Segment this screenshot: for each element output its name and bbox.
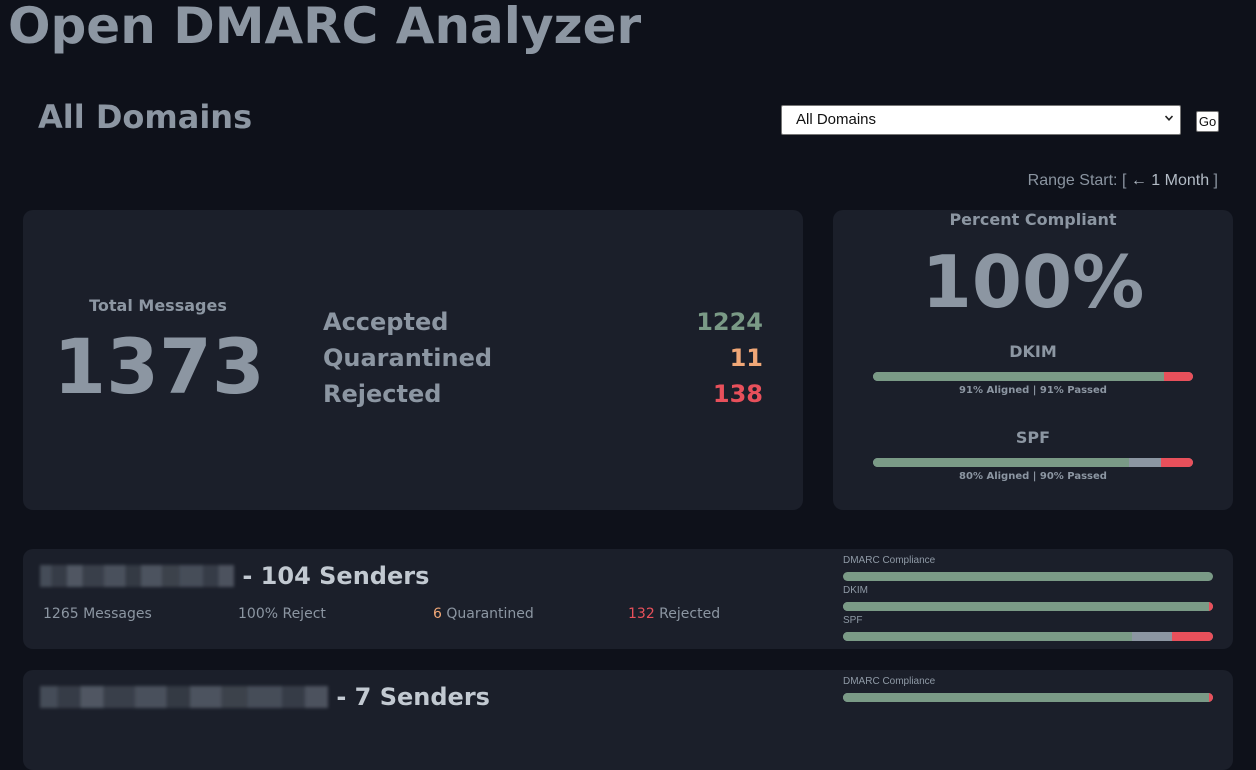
range-suffix: ] [1209, 172, 1218, 189]
sender-count: - 7 Senders [328, 683, 490, 711]
policy: 100% Reject [238, 606, 326, 622]
failed-segment [1161, 458, 1193, 467]
percent-compliant-value: 100% [921, 240, 1145, 324]
range-prefix: Range Start: [ [1027, 172, 1131, 189]
quarantined-stat-label: Quarantined [441, 606, 534, 622]
percent-compliant-label: Percent Compliant [949, 210, 1117, 229]
range-start: Range Start: [ ← 1 Month ] [1028, 170, 1218, 192]
failed-segment [1164, 372, 1193, 381]
domain-card[interactable]: - 7 Senders DMARC Compliance [23, 670, 1233, 770]
domain-select[interactable]: All Domains [781, 105, 1181, 135]
rejected-value: 138 [712, 380, 763, 408]
summary-card: Total Messages 1373 Accepted 1224 Quaran… [23, 210, 803, 510]
sender-count: - 104 Senders [234, 562, 430, 590]
rejected-count: 132 [628, 606, 655, 622]
page-title: All Domains [38, 98, 253, 136]
quarantined-label: Quarantined [323, 344, 493, 372]
quarantined-count: 6 [433, 606, 442, 622]
spf-mini-bar [843, 632, 1213, 641]
dkim-bar [873, 372, 1193, 381]
aligned-segment [843, 632, 1132, 641]
dmarc-compliance-label: DMARC Compliance [843, 676, 936, 687]
dkim-title: DKIM [1009, 342, 1057, 361]
dmarc-compliance-bar [843, 572, 1213, 581]
spf-label: SPF [843, 615, 863, 626]
total-messages-value: 1373 [53, 322, 265, 411]
rejected-stat: 132 Rejected [628, 606, 720, 622]
aligned-segment [843, 572, 1213, 581]
aligned-segment [843, 602, 1210, 611]
failed-segment [1209, 693, 1213, 702]
spf-caption: 80% Aligned | 90% Passed [959, 471, 1107, 482]
accepted-row: Accepted 1224 [323, 304, 763, 340]
quarantined-value: 11 [729, 344, 763, 372]
app-title: Open DMARC Analyzer [8, 0, 642, 55]
domain-name[interactable]: - 104 Senders [40, 563, 429, 589]
aligned-segment [873, 372, 1165, 381]
rejected-row: Rejected 138 [323, 376, 763, 412]
message-count: 1265 Messages [43, 606, 152, 622]
rejected-stat-label: Rejected [654, 606, 721, 622]
chevron-down-icon [1165, 115, 1173, 121]
accepted-label: Accepted [323, 308, 449, 336]
aligned-segment [843, 693, 1210, 702]
go-button[interactable]: Go [1196, 111, 1219, 132]
redacted-domain [40, 686, 328, 708]
accepted-value: 1224 [696, 308, 763, 336]
dkim-mini-bar [843, 602, 1213, 611]
rejected-label: Rejected [323, 380, 442, 408]
failed-segment [1172, 632, 1213, 641]
spf-bar [873, 458, 1193, 467]
quarantined-stat: 6 Quarantined [433, 606, 534, 622]
passed-segment [1129, 458, 1161, 467]
domain-select-value: All Domains [796, 111, 877, 128]
redacted-domain [40, 565, 234, 587]
dmarc-compliance-bar [843, 693, 1213, 702]
range-back-link[interactable]: ← 1 Month [1131, 172, 1209, 189]
domain-name[interactable]: - 7 Senders [40, 684, 490, 710]
aligned-segment [873, 458, 1129, 467]
dkim-label: DKIM [843, 585, 868, 596]
passed-segment [1131, 632, 1173, 641]
domain-card[interactable]: - 104 Senders 1265 Messages 100% Reject … [23, 549, 1233, 649]
quarantined-row: Quarantined 11 [323, 340, 763, 376]
total-messages-label: Total Messages [89, 296, 227, 315]
spf-title: SPF [1015, 428, 1051, 447]
failed-segment [1209, 602, 1213, 611]
dmarc-compliance-label: DMARC Compliance [843, 555, 936, 566]
compliance-card: Percent Compliant 100% DKIM 91% Aligned … [833, 210, 1233, 510]
dkim-caption: 91% Aligned | 91% Passed [959, 385, 1107, 396]
